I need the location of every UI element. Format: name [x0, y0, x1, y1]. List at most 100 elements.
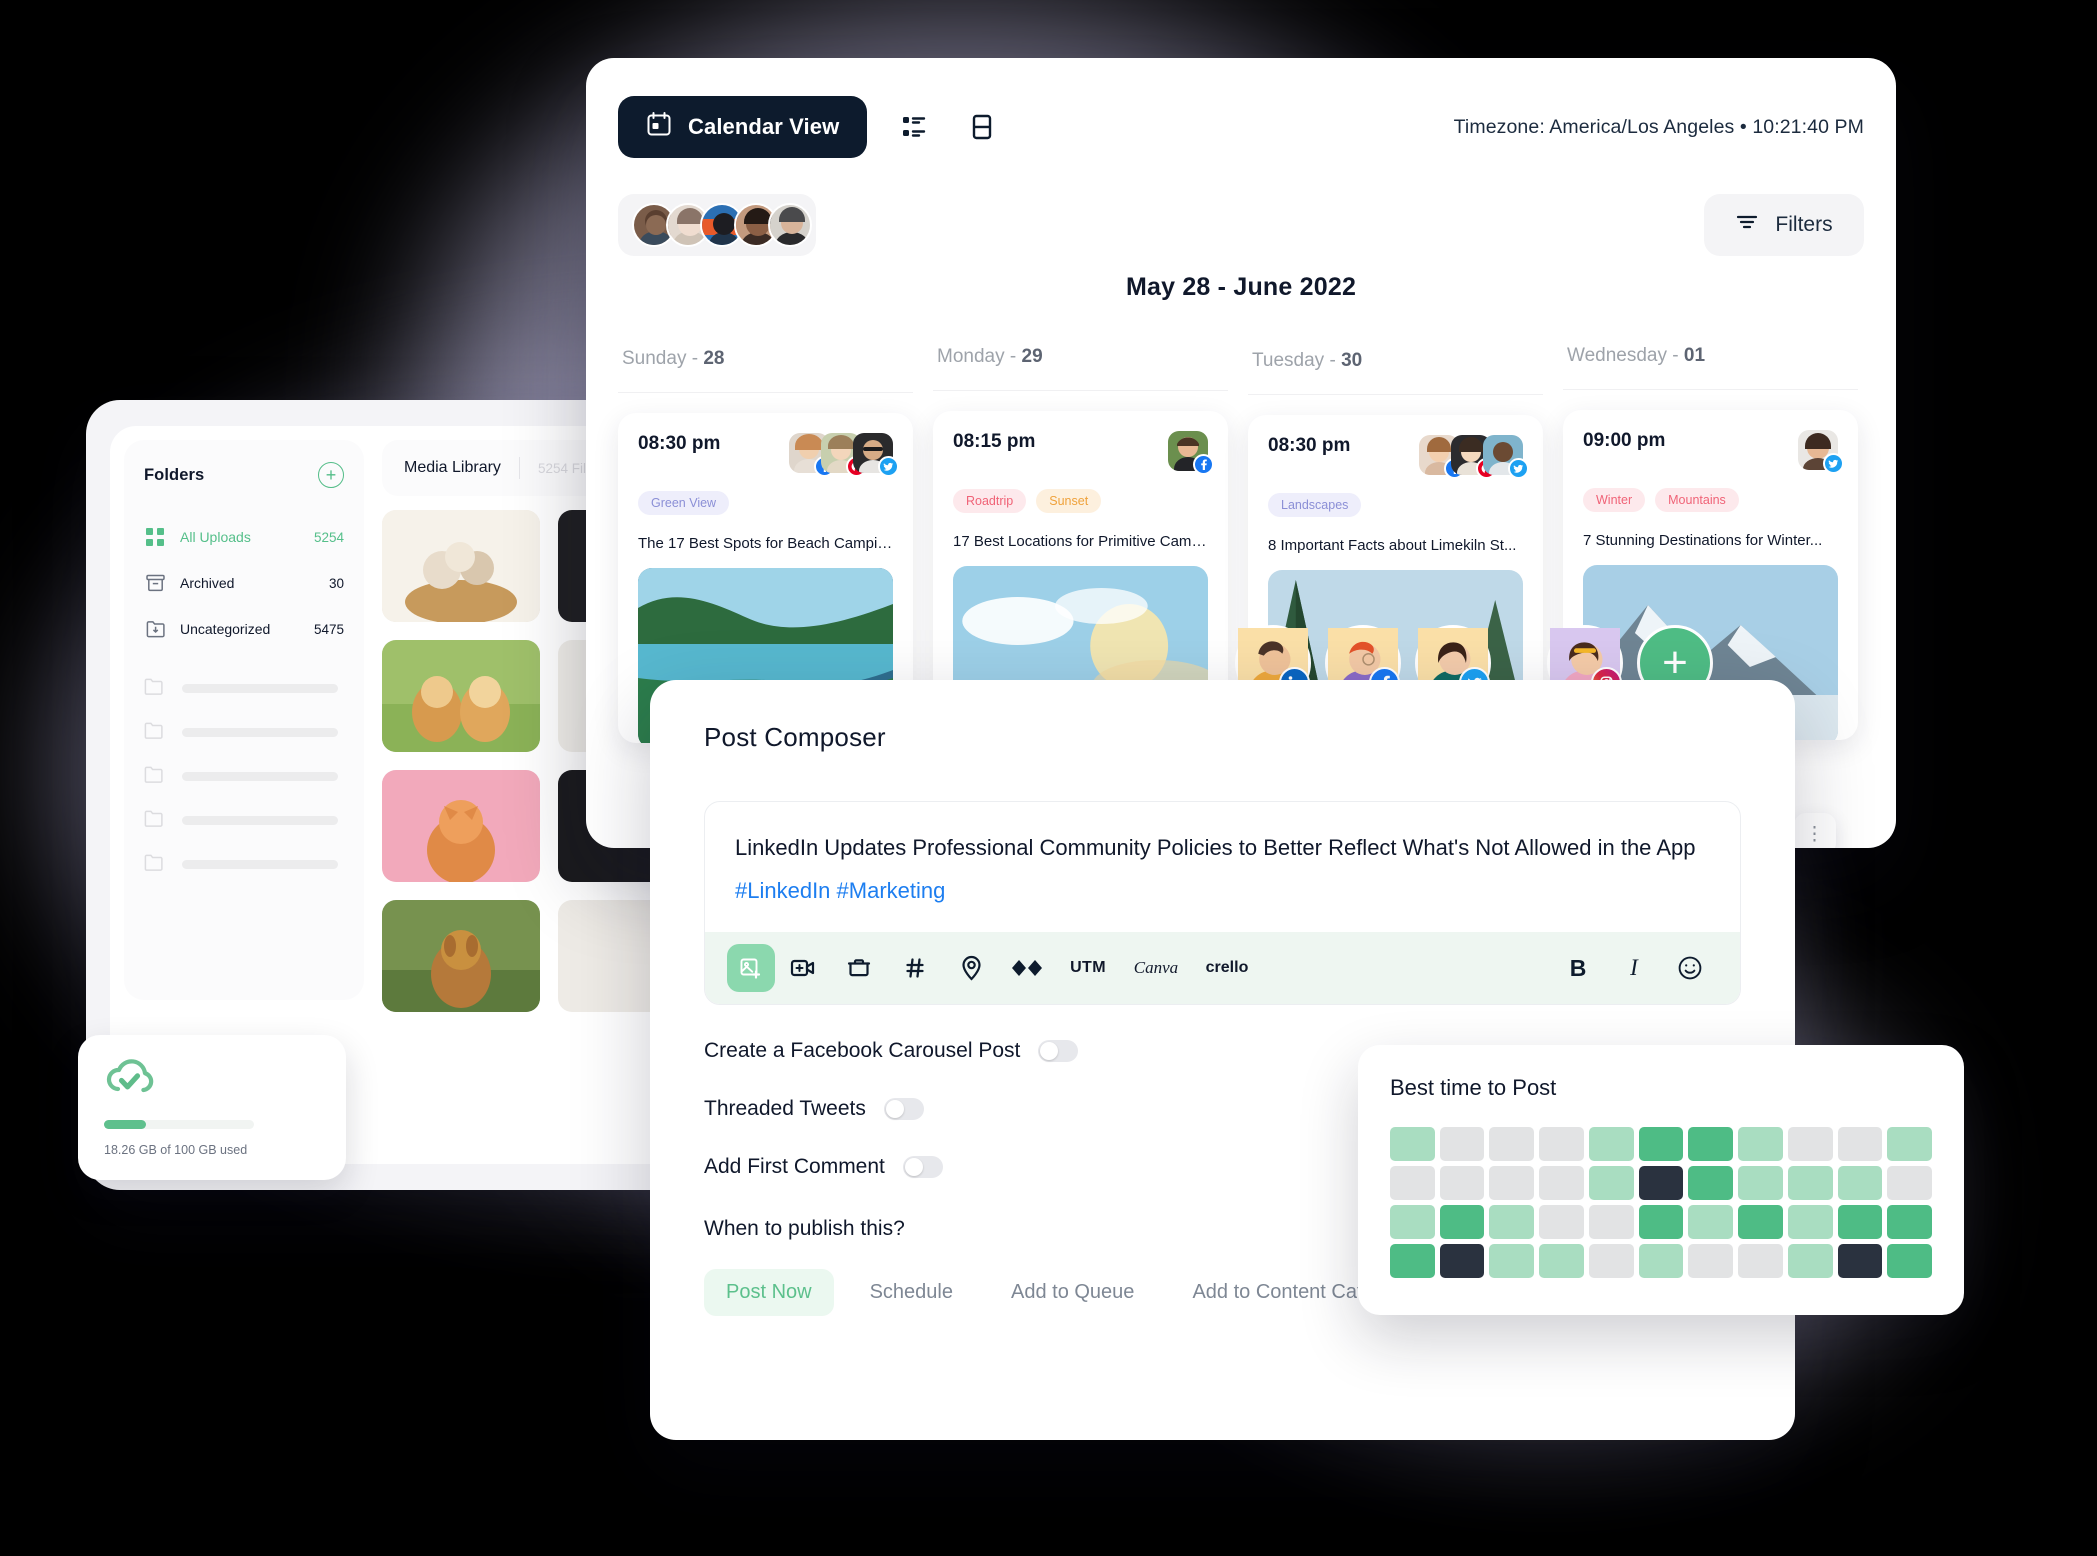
post-tag[interactable]: Mountains: [1655, 488, 1739, 512]
storage-progress-bar: [104, 1120, 254, 1129]
divider: [618, 392, 913, 393]
day-name: Sunday: [622, 348, 687, 369]
heatmap-cell[interactable]: [1638, 1205, 1684, 1239]
threaded-tweets-toggle[interactable]: [883, 1098, 924, 1121]
best-time-title: Best time to Post: [1390, 1075, 1557, 1100]
location-pin-icon[interactable]: [943, 942, 999, 994]
post-now-button[interactable]: Post Now: [704, 1269, 834, 1317]
post-tag[interactable]: Sunset: [1036, 489, 1102, 513]
utm-label: UTM: [1070, 959, 1106, 977]
folder-item-all-uploads[interactable]: All Uploads 5254: [144, 514, 344, 560]
heatmap-cell[interactable]: [1837, 1205, 1883, 1239]
storage-widget: 18.26 GB of 100 GB used: [78, 1035, 346, 1180]
heatmap-cell[interactable]: [1638, 1244, 1684, 1278]
heatmap-cell[interactable]: [1489, 1205, 1535, 1239]
heatmap-cell[interactable]: [1887, 1205, 1932, 1239]
giphy-icon[interactable]: [999, 942, 1055, 994]
heatmap-cell[interactable]: [1588, 1166, 1634, 1200]
avatar[interactable]: [768, 203, 812, 247]
split-view-icon[interactable]: [961, 106, 1003, 148]
archive-icon: [144, 572, 166, 594]
utm-button[interactable]: UTM: [1055, 942, 1121, 994]
team-avatars[interactable]: [618, 194, 816, 256]
heatmap-cell[interactable]: [1688, 1166, 1734, 1200]
heatmap-cell[interactable]: [1390, 1244, 1435, 1278]
heatmap-cell[interactable]: [1539, 1127, 1584, 1161]
add-video-icon[interactable]: [775, 942, 831, 994]
heatmap-cell[interactable]: [1539, 1166, 1584, 1200]
heatmap-cell[interactable]: [1837, 1244, 1883, 1278]
heatmap-cell[interactable]: [1439, 1127, 1485, 1161]
heatmap-cell[interactable]: [1787, 1127, 1833, 1161]
plus-circle-icon[interactable]: +: [318, 462, 344, 488]
filters-button[interactable]: Filters: [1704, 194, 1864, 256]
media-thumbnail[interactable]: [382, 640, 540, 752]
crello-button[interactable]: crello: [1191, 942, 1263, 994]
heatmap-cell[interactable]: [1738, 1127, 1783, 1161]
media-thumbnail[interactable]: [382, 770, 540, 882]
heatmap-cell[interactable]: [1539, 1205, 1584, 1239]
heatmap-cell[interactable]: [1787, 1205, 1833, 1239]
facebook-carousel-toggle[interactable]: [1038, 1040, 1079, 1063]
heatmap-cell[interactable]: [1738, 1205, 1783, 1239]
heatmap-cell[interactable]: [1787, 1166, 1833, 1200]
heatmap-cell[interactable]: [1489, 1244, 1535, 1278]
filter-icon: [1735, 212, 1759, 238]
heatmap-cell[interactable]: [1588, 1127, 1634, 1161]
heatmap-cell[interactable]: [1588, 1205, 1634, 1239]
divider: [1563, 389, 1858, 390]
heatmap-cell[interactable]: [1390, 1166, 1435, 1200]
italic-button[interactable]: I: [1606, 942, 1662, 994]
bold-button[interactable]: B: [1550, 942, 1606, 994]
canva-button[interactable]: Canva: [1121, 942, 1191, 994]
add-first-comment-toggle[interactable]: [902, 1156, 943, 1179]
post-tag[interactable]: Winter: [1583, 488, 1646, 512]
calendar-view-button[interactable]: Calendar View: [618, 96, 868, 158]
heatmap-cell[interactable]: [1439, 1205, 1485, 1239]
list-view-icon[interactable]: [893, 106, 935, 148]
heatmap-cell[interactable]: [1887, 1244, 1932, 1278]
heatmap-cell[interactable]: [1738, 1166, 1783, 1200]
media-folder-icon[interactable]: [831, 942, 887, 994]
heatmap-cell[interactable]: [1688, 1244, 1734, 1278]
folder-icon: [144, 766, 166, 786]
heatmap-cell[interactable]: [1489, 1166, 1535, 1200]
post-editor-text[interactable]: LinkedIn Updates Professional Community …: [705, 802, 1740, 932]
heatmap-cell[interactable]: [1390, 1205, 1435, 1239]
add-image-icon[interactable]: [727, 944, 775, 993]
heatmap-cell[interactable]: [1439, 1166, 1485, 1200]
heatmap-cell[interactable]: [1390, 1127, 1435, 1161]
heatmap-cell[interactable]: [1489, 1127, 1535, 1161]
heatmap-cell[interactable]: [1887, 1127, 1932, 1161]
heatmap-cell[interactable]: [1688, 1127, 1734, 1161]
heatmap-cell[interactable]: [1439, 1244, 1485, 1278]
folder-item-archived[interactable]: Archived 30: [144, 560, 344, 606]
add-to-queue-button[interactable]: Add to Queue: [989, 1269, 1156, 1316]
day-number: 28: [703, 348, 725, 369]
post-tag[interactable]: Green View: [638, 491, 730, 515]
heatmap-cell[interactable]: [1837, 1166, 1883, 1200]
folder-item-uncategorized[interactable]: Uncategorized 5475: [144, 606, 344, 652]
day-name: Tuesday: [1252, 350, 1325, 371]
heatmap-cell[interactable]: [1837, 1127, 1883, 1161]
heatmap-cell[interactable]: [1638, 1166, 1684, 1200]
media-thumbnail[interactable]: [382, 510, 540, 622]
post-editor[interactable]: LinkedIn Updates Professional Community …: [704, 801, 1741, 1006]
hashtag-icon[interactable]: [887, 942, 943, 994]
emoji-icon[interactable]: [1662, 942, 1718, 994]
schedule-button[interactable]: Schedule: [848, 1269, 975, 1316]
post-tag[interactable]: Roadtrip: [953, 489, 1027, 513]
heatmap-cell[interactable]: [1887, 1166, 1932, 1200]
folder-label: Archived: [180, 575, 235, 591]
media-thumbnail[interactable]: [382, 900, 540, 1012]
heatmap-cell[interactable]: [1588, 1244, 1634, 1278]
heatmap-cell[interactable]: [1738, 1244, 1783, 1278]
heatmap-cell[interactable]: [1638, 1127, 1684, 1161]
post-tag[interactable]: Landscapes: [1268, 493, 1362, 517]
heatmap-cell[interactable]: [1688, 1205, 1734, 1239]
heatmap-cell[interactable]: [1787, 1244, 1833, 1278]
kebab-menu-icon[interactable]: ⋮: [1794, 813, 1836, 848]
folder-icon: [144, 722, 166, 742]
day-sep: -: [1004, 346, 1022, 367]
heatmap-cell[interactable]: [1539, 1244, 1584, 1278]
